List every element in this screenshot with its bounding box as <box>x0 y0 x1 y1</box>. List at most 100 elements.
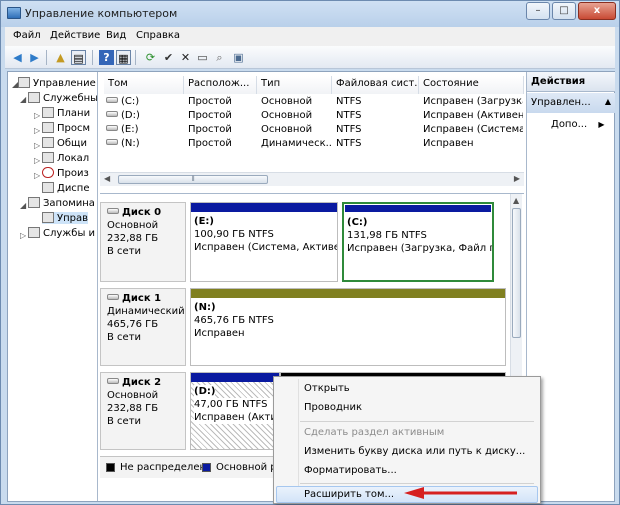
tree-item-label: Плани <box>57 108 91 119</box>
maximize-button[interactable]: □ <box>552 2 576 20</box>
partition-n[interactable]: (N:) 465,76 ГБ NTFS Исправен <box>190 288 506 366</box>
up-folder-icon[interactable]: ▲ <box>53 50 68 65</box>
context-change-drive-letter[interactable]: Изменить букву диска или путь к диску... <box>304 446 525 457</box>
disk-icon[interactable]: ▭ <box>195 50 210 65</box>
properties-icon[interactable]: ▦ <box>116 50 131 65</box>
volume-list: Том Располож... Тип Файловая сист... Сос… <box>100 72 524 194</box>
menu-view[interactable]: Вид <box>106 30 126 41</box>
tree-item-storage[interactable]: Запомина <box>28 197 95 209</box>
context-format[interactable]: Форматировать... <box>304 465 397 476</box>
computer-icon <box>18 77 30 88</box>
menu-action[interactable]: Действие <box>50 30 100 41</box>
column-header-file-system[interactable]: Файловая сист... <box>332 76 419 94</box>
partition-e[interactable]: (E:) 100,90 ГБ NTFS Исправен (Система, А… <box>190 202 338 282</box>
context-extend-volume[interactable]: Расширить том... <box>304 489 394 500</box>
drive-icon <box>106 139 118 145</box>
disk-status: В сети <box>107 416 142 427</box>
scroll-thumb[interactable] <box>512 208 521 338</box>
volume-layout: Простой <box>188 138 232 149</box>
drive-icon <box>106 97 118 103</box>
partition-size: 47,00 ГБ NTFS <box>194 398 276 411</box>
partition-size: 131,98 ГБ NTFS <box>347 230 427 241</box>
menu-file[interactable]: Файл <box>13 30 41 41</box>
disk-size: 465,76 ГБ <box>107 319 159 330</box>
column-header-type[interactable]: Тип <box>257 76 332 94</box>
tree-item-label: Диспе <box>57 183 90 194</box>
collapse-up-icon[interactable]: ▲ <box>605 97 611 106</box>
volume-type: Основной <box>261 110 313 121</box>
toolbar-separator <box>46 50 47 65</box>
scroll-left-icon[interactable]: ◀ <box>104 174 110 183</box>
tree-item-computer-management[interactable]: Управление к <box>18 77 97 89</box>
help-icon[interactable]: ? <box>99 50 114 65</box>
delete-icon[interactable]: ✕ <box>178 50 193 65</box>
search-icon[interactable]: ⌕ <box>212 50 227 65</box>
actions-more[interactable]: Допо... ▶ <box>551 119 604 130</box>
disk-name: Диск 1 <box>122 293 162 304</box>
context-open[interactable]: Открыть <box>304 383 350 394</box>
actions-group-label: Управлен... <box>531 97 591 108</box>
partition-color-bar <box>344 204 492 213</box>
drive-icon <box>106 125 118 131</box>
tree-item-disk-management[interactable]: Управ <box>42 212 89 224</box>
volume-fs: NTFS <box>336 110 362 121</box>
column-header-layout[interactable]: Располож... <box>184 76 257 94</box>
tree-item-label: Локал <box>57 153 90 164</box>
minimize-button[interactable]: – <box>526 2 550 20</box>
tree-item-label: Произ <box>57 168 89 179</box>
scroll-thumb[interactable]: ⦀ <box>118 175 268 184</box>
horizontal-scrollbar[interactable]: ◀ ⦀ ▶ <box>100 172 524 186</box>
volume-status: Исправен (Загрузка, <box>423 96 523 107</box>
tree-item-label: Общи <box>57 138 87 149</box>
tree-item-services-and-applications[interactable]: Службы и <box>28 227 95 239</box>
partition-letter: (N:) <box>194 302 216 313</box>
computer-management-window: Управление компьютером – □ x Файл Действ… <box>0 0 620 505</box>
show-hide-tree-icon[interactable]: ▤ <box>71 50 86 65</box>
connect-icon[interactable]: ✔ <box>161 50 176 65</box>
volume-status: Исправен <box>423 138 474 149</box>
disk-1-label[interactable]: Диск 1 Динамический 465,76 ГБ В сети <box>100 288 186 366</box>
scroll-up-icon[interactable]: ▲ <box>513 196 519 205</box>
disk-type: Основной <box>107 220 159 231</box>
disk-status: В сети <box>107 332 142 343</box>
partition-d[interactable]: (D:) 47,00 ГБ NTFS Исправен (Актив <box>190 372 280 450</box>
column-header-volume[interactable]: Том <box>104 76 184 94</box>
scroll-right-icon[interactable]: ▶ <box>514 174 520 183</box>
settings-icon[interactable]: ▣ <box>231 50 246 65</box>
forward-arrow-icon[interactable]: ▶ <box>27 50 42 65</box>
refresh-icon[interactable]: ⟳ <box>143 50 158 65</box>
back-arrow-icon[interactable]: ◀ <box>10 50 25 65</box>
disk-2-label[interactable]: Диск 2 Основной 232,88 ГБ В сети <box>100 372 186 450</box>
actions-group-disk-management[interactable]: Управлен... ▲ <box>527 93 615 113</box>
volume-type: Основной <box>261 96 313 107</box>
column-header-status[interactable]: Состояние <box>419 76 524 94</box>
disk-name: Диск 2 <box>122 377 162 388</box>
toolbar-separator <box>135 50 136 65</box>
disk-size: 232,88 ГБ <box>107 233 159 244</box>
tree-item-label: Служебны <box>43 93 98 104</box>
close-button[interactable]: x <box>578 2 616 20</box>
tree-item-local-users[interactable]: Локал <box>42 152 89 164</box>
partition-c[interactable]: (C:) 131,98 ГБ NTFS Исправен (Загрузка, … <box>342 202 494 282</box>
storage-icon <box>28 197 40 208</box>
tree-item-task-scheduler[interactable]: Плани <box>42 107 90 119</box>
partition-status: Исправен (Система, Активен <box>194 242 337 253</box>
menu-help[interactable]: Справка <box>136 30 180 41</box>
services-icon <box>28 227 40 238</box>
partition-letter: (C:) <box>347 217 368 228</box>
disk-0-label[interactable]: Диск 0 Основной 232,88 ГБ В сети <box>100 202 186 282</box>
context-explore[interactable]: Проводник <box>304 402 362 413</box>
tree-item-performance[interactable]: Произ <box>42 167 89 179</box>
disk-icon <box>107 208 119 214</box>
tree-item-shared-folders[interactable]: Общи <box>42 137 87 149</box>
partition-size: 465,76 ГБ NTFS <box>194 315 274 326</box>
volume-layout: Простой <box>188 110 232 121</box>
tree-item-label: Просм <box>57 123 91 134</box>
context-menu: Открыть Проводник Сделать раздел активны… <box>273 376 541 504</box>
toolbar: ◀ ▶ ▲ ▤ ? ▦ ⟳ ✔ ✕ ▭ ⌕ ▣ <box>5 46 615 69</box>
menu-bar: Файл Действие Вид Справка <box>5 27 615 46</box>
tree-item-device-manager[interactable]: Диспе <box>42 182 90 194</box>
tree-item-event-viewer[interactable]: Просм <box>42 122 90 134</box>
disk-name: Диск 0 <box>122 207 162 218</box>
tree-item-system-tools[interactable]: Служебны <box>28 92 98 104</box>
